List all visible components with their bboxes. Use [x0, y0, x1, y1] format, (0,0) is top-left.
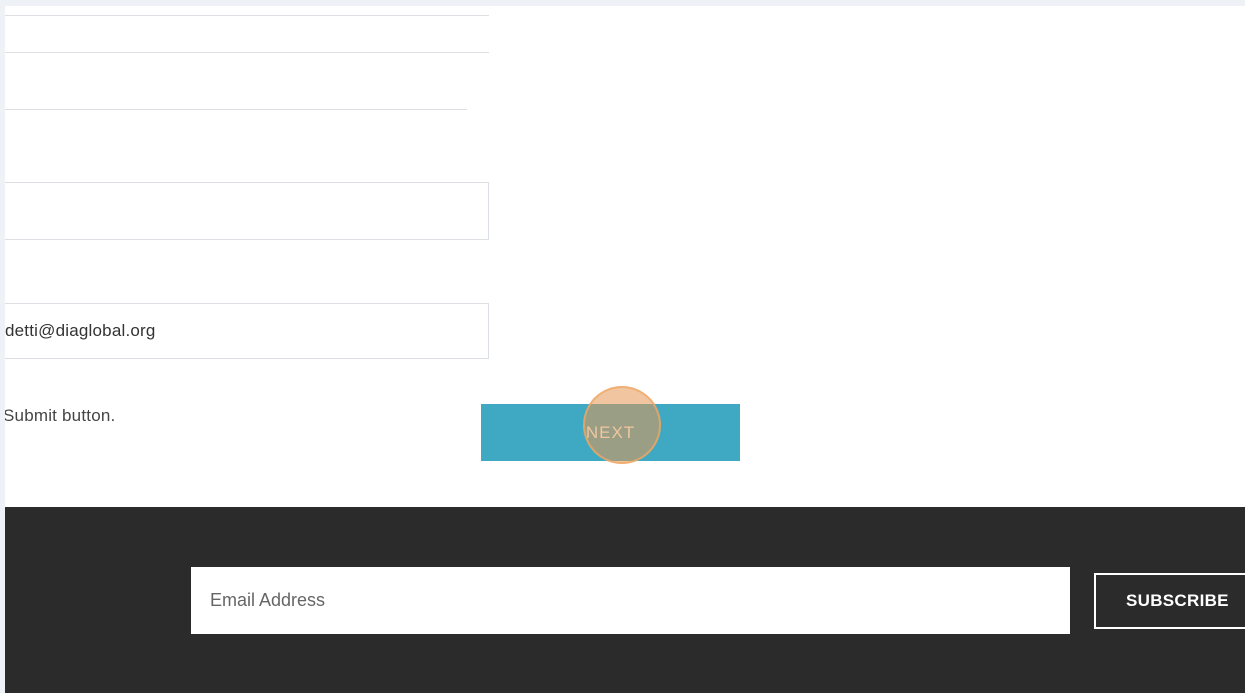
email-field[interactable]: detti@diaglobal.org	[5, 303, 489, 359]
newsletter-email-input[interactable]	[191, 567, 1070, 634]
footer-newsletter: SUBSCRIBE	[5, 507, 1245, 693]
subscribe-button[interactable]: SUBSCRIBE	[1094, 573, 1245, 629]
page-viewport: detti@diaglobal.org Submit button. NEXT …	[5, 6, 1245, 693]
form-field[interactable]	[5, 182, 489, 240]
field-divider	[5, 109, 467, 110]
next-button[interactable]: NEXT	[481, 404, 740, 461]
email-field-value: detti@diaglobal.org	[5, 321, 156, 340]
form-field[interactable]	[5, 15, 489, 53]
submit-instruction-text: Submit button.	[5, 406, 116, 425]
